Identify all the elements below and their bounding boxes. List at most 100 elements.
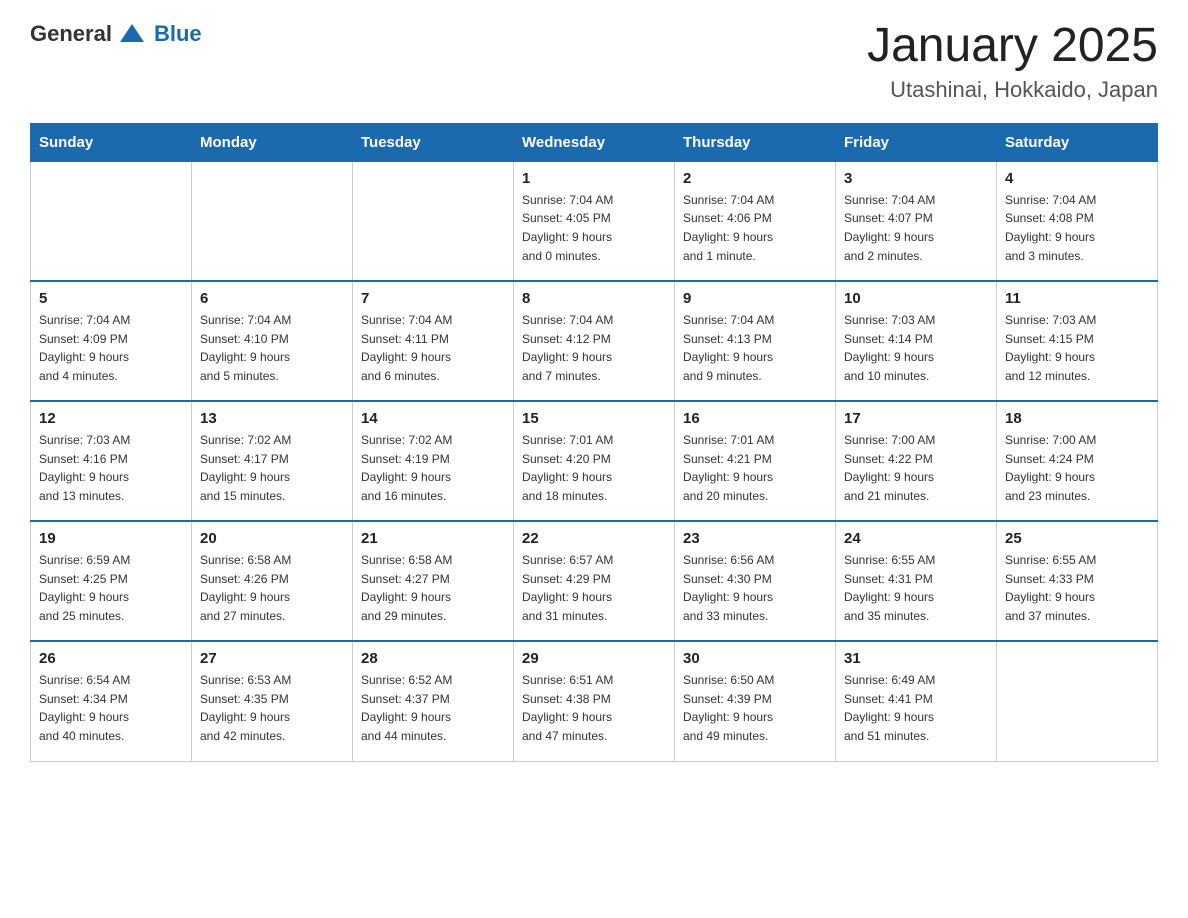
- day-info: Sunrise: 7:03 AM Sunset: 4:14 PM Dayligh…: [844, 311, 988, 385]
- day-info: Sunrise: 6:50 AM Sunset: 4:39 PM Dayligh…: [683, 671, 827, 745]
- day-number: 3: [844, 170, 988, 187]
- calendar-cell: 30Sunrise: 6:50 AM Sunset: 4:39 PM Dayli…: [675, 641, 836, 761]
- calendar-cell: 14 Sunrise: 7:02 AM Sunset: 4:19 PM Dayli…: [353, 401, 514, 521]
- day-number: 1: [522, 170, 666, 187]
- calendar-cell: 6 Sunrise: 7:04 AM Sunset: 4:10 PM Daylig…: [192, 281, 353, 401]
- header-row: SundayMondayTuesdayWednesdayThursdayFrid…: [31, 123, 1158, 161]
- calendar-cell: 17 Sunrise: 7:00 AM Sunset: 4:22 PM Dayli…: [836, 401, 997, 521]
- header-cell-sunday: Sunday: [31, 123, 192, 161]
- calendar-cell: 13 Sunrise: 7:02 AM Sunset: 4:17 PM Dayli…: [192, 401, 353, 521]
- day-number: 18: [1005, 410, 1149, 427]
- day-number: 4: [1005, 170, 1149, 187]
- day-info: Sunrise: 7:04 AM Sunset: 4:11 PM Dayligh…: [361, 311, 505, 385]
- day-info: Sunrise: 7:00 AM Sunset: 4:22 PM Dayligh…: [844, 431, 988, 505]
- day-info: Sunrise: 7:04 AM Sunset: 4:10 PM Dayligh…: [200, 311, 344, 385]
- day-info: Sunrise: 6:58 AM Sunset: 4:26 PM Dayligh…: [200, 551, 344, 625]
- day-number: 19: [39, 530, 183, 547]
- day-info: Sunrise: 6:59 AM Sunset: 4:25 PM Dayligh…: [39, 551, 183, 625]
- day-number: 6: [200, 290, 344, 307]
- calendar-cell: [997, 641, 1158, 761]
- header-cell-friday: Friday: [836, 123, 997, 161]
- calendar-row: 26Sunrise: 6:54 AM Sunset: 4:34 PM Dayli…: [31, 641, 1158, 761]
- calendar-title: January 2025: [867, 20, 1158, 73]
- calendar-cell: [192, 161, 353, 281]
- day-info: Sunrise: 6:58 AM Sunset: 4:27 PM Dayligh…: [361, 551, 505, 625]
- day-number: 31: [844, 650, 988, 667]
- day-info: Sunrise: 6:55 AM Sunset: 4:33 PM Dayligh…: [1005, 551, 1149, 625]
- header-cell-thursday: Thursday: [675, 123, 836, 161]
- day-number: 10: [844, 290, 988, 307]
- calendar-cell: 22 Sunrise: 6:57 AM Sunset: 4:29 PM Dayli…: [514, 521, 675, 641]
- calendar-cell: 26Sunrise: 6:54 AM Sunset: 4:34 PM Dayli…: [31, 641, 192, 761]
- day-info: Sunrise: 6:51 AM Sunset: 4:38 PM Dayligh…: [522, 671, 666, 745]
- day-info: Sunrise: 7:04 AM Sunset: 4:05 PM Dayligh…: [522, 191, 666, 265]
- day-number: 7: [361, 290, 505, 307]
- calendar-row: 1 Sunrise: 7:04 AM Sunset: 4:05 PM Daylig…: [31, 161, 1158, 281]
- day-info: Sunrise: 6:56 AM Sunset: 4:30 PM Dayligh…: [683, 551, 827, 625]
- calendar-cell: 28Sunrise: 6:52 AM Sunset: 4:37 PM Dayli…: [353, 641, 514, 761]
- day-number: 13: [200, 410, 344, 427]
- calendar-cell: 2 Sunrise: 7:04 AM Sunset: 4:06 PM Daylig…: [675, 161, 836, 281]
- calendar-cell: [353, 161, 514, 281]
- calendar-cell: 10 Sunrise: 7:03 AM Sunset: 4:14 PM Dayli…: [836, 281, 997, 401]
- day-info: Sunrise: 7:04 AM Sunset: 4:13 PM Dayligh…: [683, 311, 827, 385]
- header-cell-monday: Monday: [192, 123, 353, 161]
- calendar-cell: 15Sunrise: 7:01 AM Sunset: 4:20 PM Dayli…: [514, 401, 675, 521]
- calendar-row: 19 Sunrise: 6:59 AM Sunset: 4:25 PM Dayli…: [31, 521, 1158, 641]
- day-info: Sunrise: 6:53 AM Sunset: 4:35 PM Dayligh…: [200, 671, 344, 745]
- day-info: Sunrise: 7:04 AM Sunset: 4:12 PM Dayligh…: [522, 311, 666, 385]
- day-info: Sunrise: 7:04 AM Sunset: 4:07 PM Dayligh…: [844, 191, 988, 265]
- day-number: 22: [522, 530, 666, 547]
- calendar-cell: 25Sunrise: 6:55 AM Sunset: 4:33 PM Dayli…: [997, 521, 1158, 641]
- calendar-cell: [31, 161, 192, 281]
- calendar-cell: 31 Sunrise: 6:49 AM Sunset: 4:41 PM Dayli…: [836, 641, 997, 761]
- day-info: Sunrise: 7:04 AM Sunset: 4:06 PM Dayligh…: [683, 191, 827, 265]
- calendar-cell: 18Sunrise: 7:00 AM Sunset: 4:24 PM Dayli…: [997, 401, 1158, 521]
- day-info: Sunrise: 7:02 AM Sunset: 4:17 PM Dayligh…: [200, 431, 344, 505]
- day-number: 14: [361, 410, 505, 427]
- day-number: 9: [683, 290, 827, 307]
- calendar-cell: 24Sunrise: 6:55 AM Sunset: 4:31 PM Dayli…: [836, 521, 997, 641]
- day-number: 2: [683, 170, 827, 187]
- calendar-cell: 20 Sunrise: 6:58 AM Sunset: 4:26 PM Dayli…: [192, 521, 353, 641]
- page-header: General Blue January 2025 Utashinai, Hok…: [30, 20, 1158, 103]
- calendar-table: SundayMondayTuesdayWednesdayThursdayFrid…: [30, 123, 1158, 762]
- day-number: 23: [683, 530, 827, 547]
- day-number: 28: [361, 650, 505, 667]
- calendar-cell: 21 Sunrise: 6:58 AM Sunset: 4:27 PM Dayli…: [353, 521, 514, 641]
- calendar-cell: 12Sunrise: 7:03 AM Sunset: 4:16 PM Dayli…: [31, 401, 192, 521]
- calendar-subtitle: Utashinai, Hokkaido, Japan: [867, 77, 1158, 103]
- day-number: 21: [361, 530, 505, 547]
- calendar-header: SundayMondayTuesdayWednesdayThursdayFrid…: [31, 123, 1158, 161]
- title-block: January 2025 Utashinai, Hokkaido, Japan: [867, 20, 1158, 103]
- day-info: Sunrise: 7:03 AM Sunset: 4:15 PM Dayligh…: [1005, 311, 1149, 385]
- day-number: 12: [39, 410, 183, 427]
- day-info: Sunrise: 6:49 AM Sunset: 4:41 PM Dayligh…: [844, 671, 988, 745]
- day-info: Sunrise: 7:01 AM Sunset: 4:20 PM Dayligh…: [522, 431, 666, 505]
- header-cell-tuesday: Tuesday: [353, 123, 514, 161]
- calendar-cell: 19 Sunrise: 6:59 AM Sunset: 4:25 PM Dayli…: [31, 521, 192, 641]
- day-number: 29: [522, 650, 666, 667]
- day-info: Sunrise: 7:02 AM Sunset: 4:19 PM Dayligh…: [361, 431, 505, 505]
- day-info: Sunrise: 6:55 AM Sunset: 4:31 PM Dayligh…: [844, 551, 988, 625]
- calendar-cell: 11 Sunrise: 7:03 AM Sunset: 4:15 PM Dayli…: [997, 281, 1158, 401]
- day-number: 17: [844, 410, 988, 427]
- calendar-cell: 27 Sunrise: 6:53 AM Sunset: 4:35 PM Dayli…: [192, 641, 353, 761]
- day-number: 20: [200, 530, 344, 547]
- day-info: Sunrise: 6:57 AM Sunset: 4:29 PM Dayligh…: [522, 551, 666, 625]
- day-info: Sunrise: 6:54 AM Sunset: 4:34 PM Dayligh…: [39, 671, 183, 745]
- calendar-cell: 3 Sunrise: 7:04 AM Sunset: 4:07 PM Daylig…: [836, 161, 997, 281]
- day-number: 27: [200, 650, 344, 667]
- day-info: Sunrise: 7:04 AM Sunset: 4:08 PM Dayligh…: [1005, 191, 1149, 265]
- day-number: 16: [683, 410, 827, 427]
- day-number: 11: [1005, 290, 1149, 307]
- header-cell-wednesday: Wednesday: [514, 123, 675, 161]
- calendar-cell: 1 Sunrise: 7:04 AM Sunset: 4:05 PM Daylig…: [514, 161, 675, 281]
- calendar-cell: 5Sunrise: 7:04 AM Sunset: 4:09 PM Daylig…: [31, 281, 192, 401]
- logo: General Blue: [30, 20, 202, 48]
- calendar-cell: 8Sunrise: 7:04 AM Sunset: 4:12 PM Daylig…: [514, 281, 675, 401]
- calendar-body: 1 Sunrise: 7:04 AM Sunset: 4:05 PM Daylig…: [31, 161, 1158, 761]
- calendar-row: 12Sunrise: 7:03 AM Sunset: 4:16 PM Dayli…: [31, 401, 1158, 521]
- logo-icon: [118, 20, 146, 48]
- calendar-row: 5Sunrise: 7:04 AM Sunset: 4:09 PM Daylig…: [31, 281, 1158, 401]
